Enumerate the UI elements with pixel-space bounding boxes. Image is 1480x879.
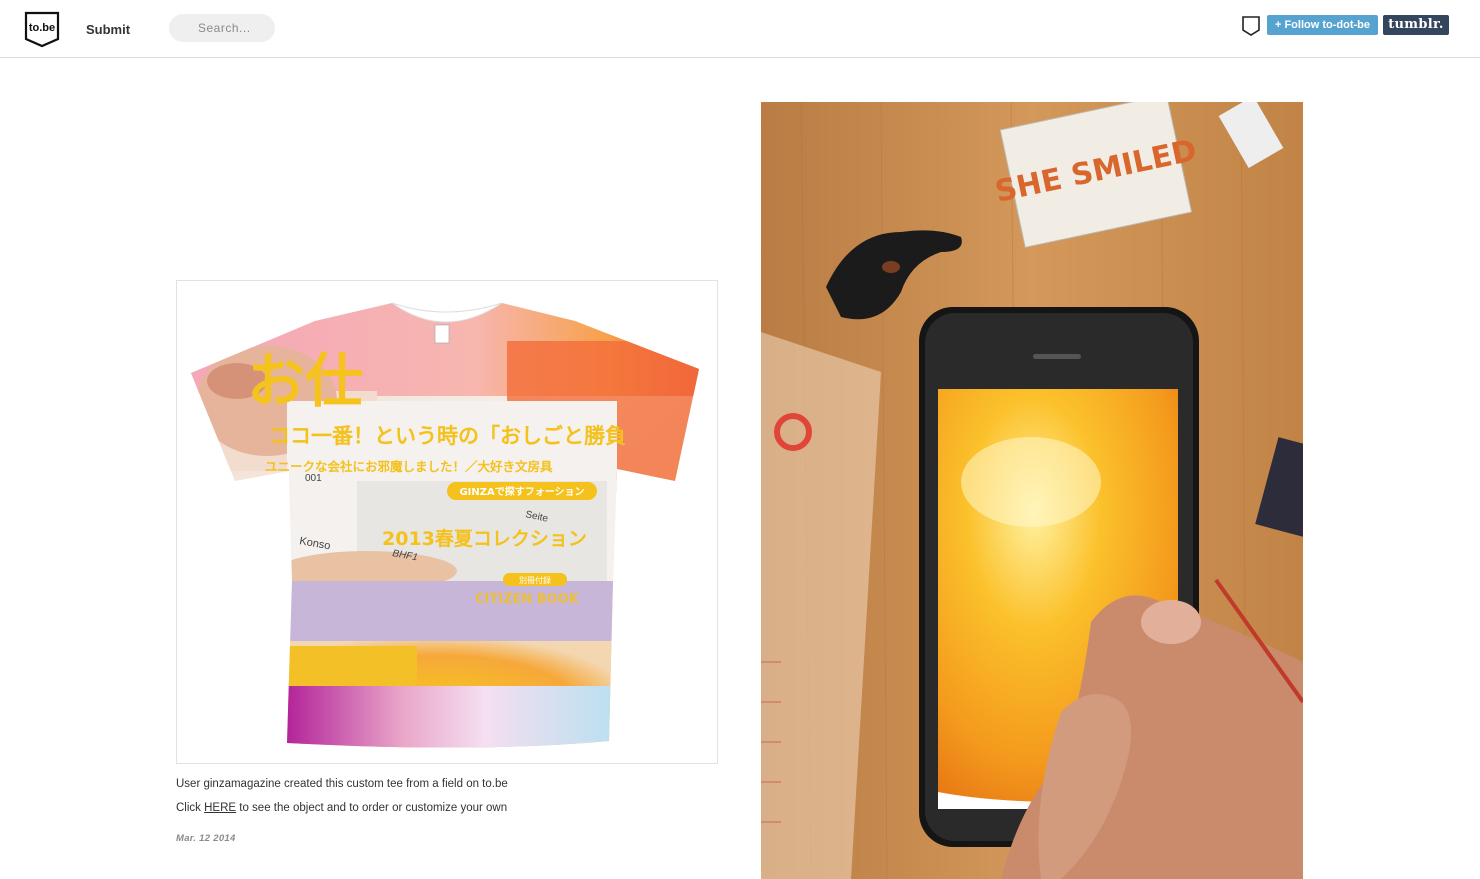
submit-link[interactable]: Submit	[86, 22, 130, 37]
caption-text-after: to see the object and to order or custom…	[236, 802, 508, 814]
shirt-line2: ユニークな会社にお邪魔しました！／大好き文房具	[265, 459, 553, 474]
caption-line-1: User ginzamagazine created this custom t…	[176, 778, 508, 790]
search-input[interactable]	[169, 14, 275, 42]
caption-text-before: Click	[176, 802, 205, 814]
logo-text: to.be	[29, 22, 55, 34]
custom-tee-image: お仕 ココ一番！という時の「おしごと勝負 ユニークな会社にお邪魔しました！／大好…	[191, 302, 699, 748]
tumblr-button[interactable]: tumblr.	[1383, 15, 1449, 35]
here-link[interactable]: HERE	[204, 802, 236, 814]
shirt-badge: GINZAで探すフォーション	[459, 485, 584, 498]
shirt-line1: ココ一番！という時の「おしごと勝負	[269, 424, 626, 448]
to-be-logo[interactable]: to.be	[24, 11, 60, 48]
shirt-small-badge: 別冊付録	[519, 575, 551, 585]
tee-image-frame[interactable]: お仕 ココ一番！という時の「おしごと勝負 ユニークな会社にお邪魔しました！／大好…	[176, 280, 718, 764]
shirt-line4: CITIZEN BOOK	[475, 592, 580, 607]
follow-button[interactable]: + Follow to-dot-be	[1267, 15, 1378, 35]
phone-photo-image: SHE SMILED	[761, 102, 1303, 879]
top-bar: to.be Submit + Follow to-dot-be tumblr.	[0, 0, 1480, 58]
post-date[interactable]: Mar. 12 2014	[176, 833, 236, 844]
phone-photo[interactable]: SHE SMILED	[761, 102, 1303, 879]
caption-line-2: Click HERE to see the object and to orde…	[176, 802, 507, 814]
shirt-line3: 2013春夏コレクション	[382, 527, 587, 550]
pocket-icon[interactable]	[1241, 15, 1261, 37]
shirt-headline: お仕	[247, 347, 363, 415]
shirt-card-d: 001	[305, 473, 322, 484]
